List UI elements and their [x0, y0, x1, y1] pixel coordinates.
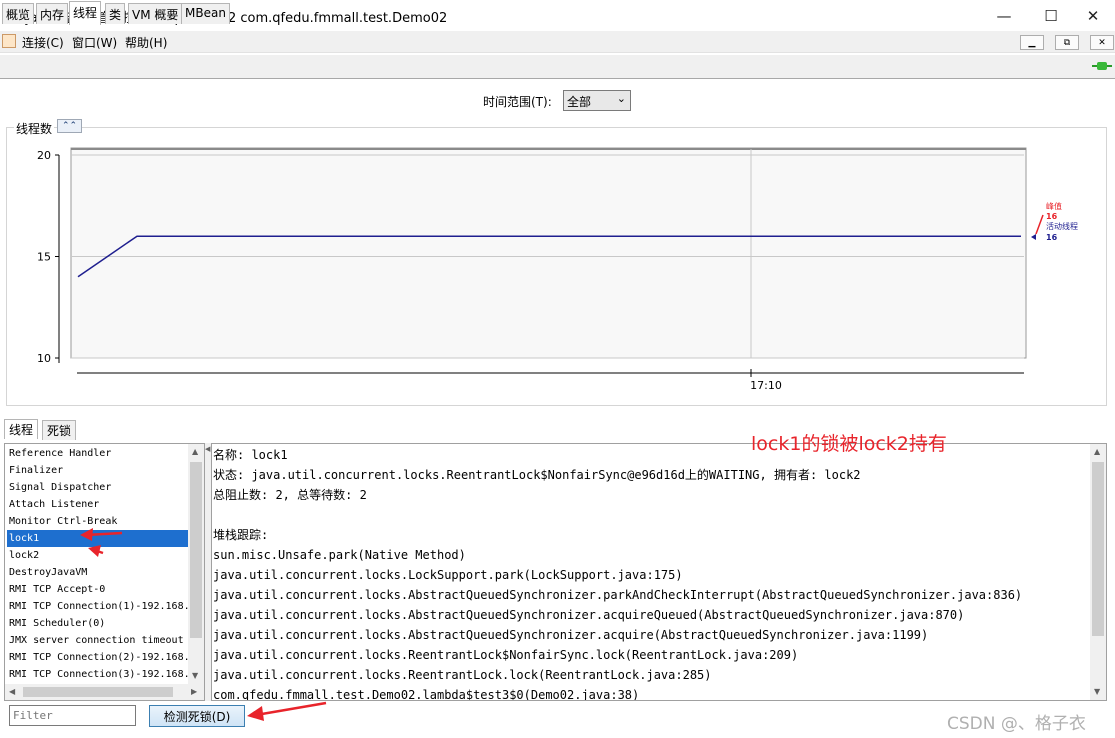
restore-icon[interactable]: ⧉ — [1055, 35, 1079, 50]
thread-list-item[interactable]: DestroyJavaVM — [7, 564, 189, 581]
tab-threads[interactable]: 线程 — [69, 1, 102, 25]
stack-trace-line: com.qfedu.fmmall.test.Demo02.lambda$test… — [213, 688, 640, 701]
maximize-icon[interactable]: ☐ — [1028, 0, 1074, 31]
scroll-left-icon[interactable]: ◀ — [9, 687, 15, 696]
thread-list-item[interactable]: lock1 — [6, 529, 190, 548]
tab-overview[interactable]: 概览 — [2, 3, 35, 24]
thread-list-item[interactable]: JMX server connection timeout — [7, 632, 189, 649]
scroll-thumb[interactable] — [23, 687, 173, 697]
time-range-select[interactable]: 全部 ⌄ — [563, 90, 631, 111]
stack-trace-line: java.util.concurrent.locks.ReentrantLock… — [213, 648, 799, 662]
tab-vm-summary[interactable]: VM 概要 — [128, 3, 183, 24]
menu-help[interactable]: 帮助(H) — [125, 34, 167, 51]
list-vertical-scrollbar[interactable]: ▲ ▼ — [188, 444, 204, 684]
collapse-left-icon[interactable]: ◀ — [205, 445, 210, 453]
stack-trace-line: java.util.concurrent.locks.AbstractQueue… — [213, 608, 965, 622]
scroll-down-icon[interactable]: ▼ — [192, 671, 198, 680]
minimize-icon[interactable]: — — [981, 0, 1027, 31]
detect-deadlock-button[interactable]: 检测死锁(D) — [149, 705, 245, 727]
panel-title: 线程数 — [14, 120, 55, 137]
thread-info-line: 状态: java.util.concurrent.locks.Reentrant… — [213, 468, 861, 482]
chevron-down-icon: ⌄ — [616, 92, 626, 105]
thread-count-panel — [6, 127, 1107, 406]
thread-list-item[interactable]: Attach Listener — [7, 496, 189, 513]
stack-trace-line: java.util.concurrent.locks.LockSupport.p… — [213, 568, 683, 582]
thread-list-item[interactable]: RMI TCP Accept-0 — [7, 581, 189, 598]
minimize-icon[interactable]: ▁ — [1020, 35, 1044, 50]
tab-classes[interactable]: 类 — [105, 3, 126, 24]
java-menu-icon[interactable] — [2, 34, 16, 48]
thread-list[interactable]: RMI TCP Connection(3)-192.168. RMI TCP Co… — [4, 443, 205, 701]
double-chevron-up-icon[interactable]: ⌃⌃ — [57, 119, 82, 133]
scroll-thumb[interactable] — [1092, 462, 1104, 636]
menu-connect[interactable]: 连接(C) — [22, 34, 64, 51]
tab-memory[interactable]: 内存 — [36, 3, 69, 24]
stack-trace-line: java.util.concurrent.locks.AbstractQueue… — [213, 588, 1023, 602]
thread-list-item[interactable]: Finalizer — [7, 462, 189, 479]
subtab-threads[interactable]: 线程 — [4, 419, 39, 439]
subtab-deadlock[interactable]: 死锁 — [42, 420, 77, 440]
stack-trace-line: java.util.concurrent.locks.AbstractQueue… — [213, 628, 929, 642]
time-range-label: 时间范围(T): — [483, 95, 552, 109]
thread-detail-pane: com.qfedu.fmmall.test.Demo02.lambda$test… — [211, 443, 1107, 701]
scroll-up-icon[interactable]: ▲ — [1094, 447, 1100, 456]
thread-list-item[interactable]: RMI TCP Connection(2)-192.168. — [7, 649, 189, 666]
stack-trace-line: sun.misc.Unsafe.park(Native Method) — [213, 548, 466, 562]
thread-list-item[interactable]: Signal Dispatcher — [7, 479, 189, 496]
scroll-right-icon[interactable]: ▶ — [191, 687, 197, 696]
stack-trace-line: java.util.concurrent.locks.ReentrantLock… — [213, 668, 712, 682]
close-icon[interactable]: ✕ — [1070, 0, 1115, 31]
thread-list-item[interactable]: RMI Scheduler(0) — [7, 615, 189, 632]
time-range-value: 全部 — [567, 95, 592, 109]
tab-bar — [0, 55, 1115, 79]
connection-plug-icon — [1092, 62, 1112, 70]
close-icon[interactable]: ✕ — [1090, 35, 1114, 50]
scroll-thumb[interactable] — [190, 462, 202, 638]
menu-window[interactable]: 窗口(W) — [72, 34, 117, 51]
filter-input[interactable] — [9, 705, 136, 726]
stack-trace-line: 堆栈跟踪: — [213, 528, 269, 542]
scroll-up-icon[interactable]: ▲ — [192, 447, 198, 456]
annotation-text: lock1的锁被lock2持有 — [751, 433, 947, 455]
red-arrow-icon — [247, 701, 327, 721]
detail-vertical-scrollbar[interactable]: ▲ ▼ — [1090, 444, 1106, 700]
thread-list-item[interactable]: RMI TCP Connection(1)-192.168. — [7, 598, 189, 615]
thread-info-line: 总阻止数: 2, 总等待数: 2 — [213, 488, 367, 502]
thread-list-item[interactable]: Monitor Ctrl-Break — [7, 513, 189, 530]
thread-info-line: 名称: lock1 — [213, 448, 288, 462]
watermark: CSDN @、格子衣 — [947, 714, 1086, 734]
thread-list-item[interactable]: Reference Handler — [7, 445, 189, 462]
thread-list-item[interactable]: lock2 — [7, 547, 189, 564]
scroll-down-icon[interactable]: ▼ — [1094, 687, 1100, 696]
list-horizontal-scrollbar[interactable]: ◀ ▶ — [5, 684, 204, 700]
menu-bar: 连接(C) 窗口(W) 帮助(H) — [0, 31, 1115, 53]
tab-mbean[interactable]: MBean — [181, 3, 230, 24]
thread-list-item[interactable]: RMI TCP Connection(3)-192.168. — [7, 666, 189, 683]
